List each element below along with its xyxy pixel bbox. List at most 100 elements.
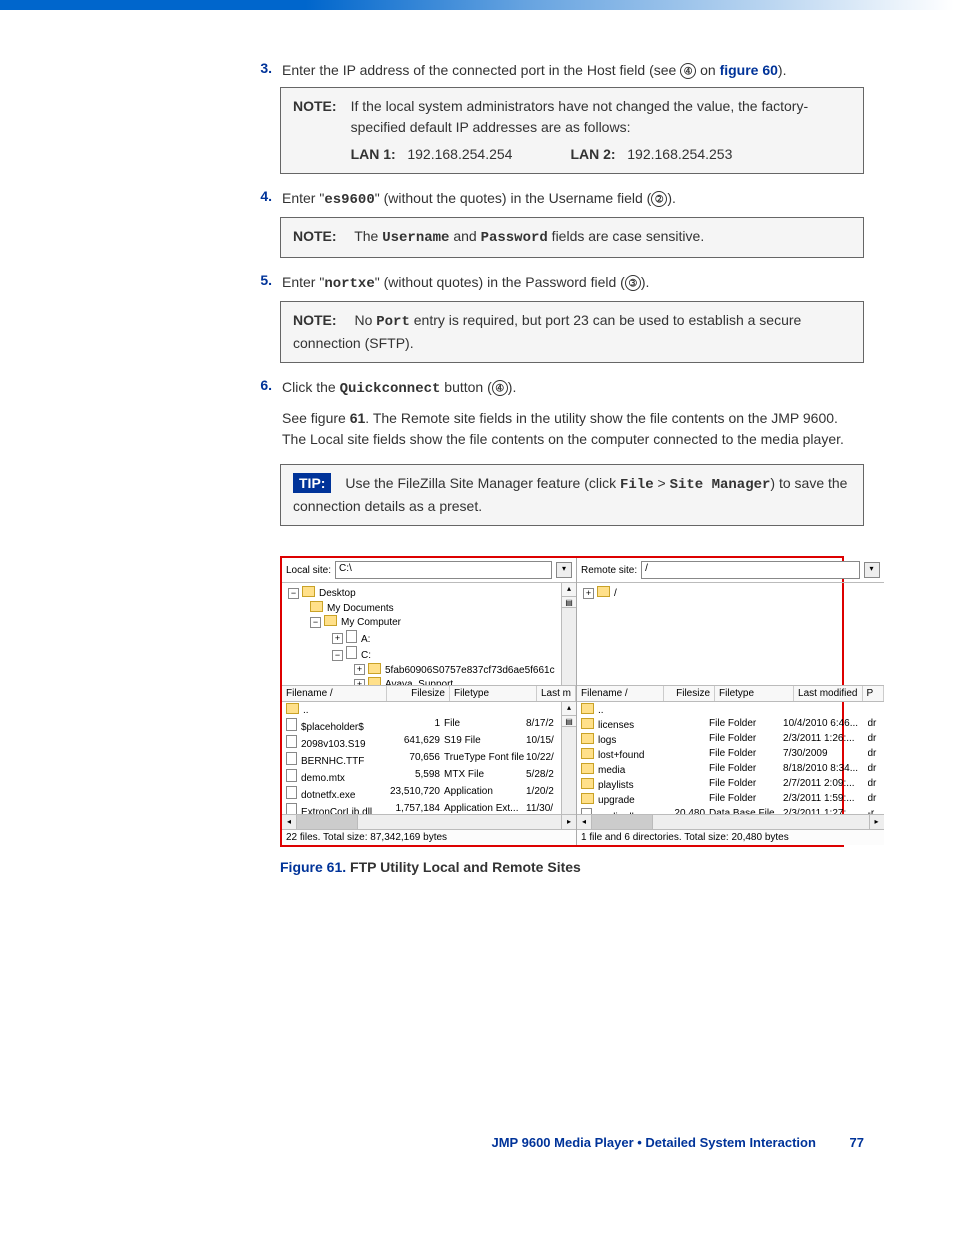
note-box-3: NOTE: No Port entry is required, but por… xyxy=(280,301,864,363)
text: Use the FileZilla Site Manager feature (… xyxy=(345,475,620,491)
text: The xyxy=(354,228,382,244)
dropdown-icon[interactable]: ▾ xyxy=(556,562,572,578)
hdr-filename[interactable]: Filename / xyxy=(577,686,664,701)
scroll-left-icon[interactable]: ◂ xyxy=(577,815,592,829)
remote-header[interactable]: Filename / Filesize Filetype Last modifi… xyxy=(577,686,883,702)
scrollbar[interactable]: ▴▤ xyxy=(561,702,576,814)
local-site-input[interactable]: C:\ xyxy=(335,561,552,579)
local-pane: Local site: C:\ ▾ ▴▤ −Desktop My Documen… xyxy=(282,558,577,845)
local-site-row: Local site: C:\ ▾ xyxy=(282,558,576,583)
scroll-thumb[interactable] xyxy=(592,815,653,829)
folder-icon xyxy=(310,603,327,614)
list-item[interactable]: dotnetfx.exe23,510,720Application1/20/2 xyxy=(282,785,576,802)
scroll-right-icon[interactable]: ▸ xyxy=(869,815,884,829)
text: and xyxy=(449,228,480,244)
remote-site-input[interactable]: / xyxy=(641,561,859,579)
text: on xyxy=(696,62,719,78)
list-item[interactable]: .. xyxy=(282,702,576,717)
code-quickconnect: Quickconnect xyxy=(340,381,441,397)
tree-mydocs[interactable]: My Documents xyxy=(327,603,394,614)
code-nortxe: nortxe xyxy=(324,276,374,292)
note-box-1: NOTE: If the local system administrators… xyxy=(280,87,864,174)
local-header[interactable]: Filename / Filesize Filetype Last m xyxy=(282,686,576,702)
scroll-thumb[interactable] xyxy=(297,815,358,829)
circled-4: ➃ xyxy=(680,63,696,79)
tree-hash[interactable]: 5fab60906S0757e837cf73d6ae5f661c xyxy=(385,665,555,676)
list-item[interactable]: logsFile Folder2/3/2011 1:26:...dr xyxy=(577,732,883,747)
remote-file-list[interactable]: ..licensesFile Folder10/4/2010 6:46...dr… xyxy=(577,702,883,814)
text: Click the xyxy=(282,379,340,395)
hdr-filetype[interactable]: Filetype xyxy=(715,686,794,701)
hscrollbar[interactable]: ◂ ▸ xyxy=(577,814,883,829)
step-6: 6. Click the Quickconnect button (➃). Se… xyxy=(250,377,864,450)
tree-a[interactable]: A: xyxy=(361,634,370,645)
list-item[interactable]: mediaFile Folder8/18/2010 8:34...dr xyxy=(577,762,883,777)
text: " (without the quotes) in the Username f… xyxy=(375,190,652,206)
step-4: 4. Enter "es9600" (without the quotes) i… xyxy=(250,188,864,211)
list-item[interactable]: playlistsFile Folder2/7/2011 2:09:...dr xyxy=(577,777,883,792)
hscrollbar[interactable]: ◂ ▸ xyxy=(282,814,576,829)
dropdown-icon[interactable]: ▾ xyxy=(864,562,880,578)
scroll-track[interactable] xyxy=(653,815,868,829)
step-6-paragraph: See figure 61. The Remote site fields in… xyxy=(282,408,864,450)
computer-icon xyxy=(324,617,341,628)
header-gradient xyxy=(0,0,954,10)
tree-avaya[interactable]: Avaya_Support xyxy=(385,679,453,686)
local-file-list[interactable]: ▴▤ ..$placeholder$1File8/17/22098v103.S1… xyxy=(282,702,576,814)
drive-icon xyxy=(346,634,361,645)
list-item[interactable]: BERNHC.TTF70,656TrueType Font file10/22/ xyxy=(282,751,576,768)
list-item[interactable]: media.db20,480Data Base File2/3/2011 1:2… xyxy=(577,807,883,814)
note-text: If the local system administrators have … xyxy=(351,98,809,135)
hdr-lastmod[interactable]: Last m xyxy=(537,686,576,701)
text: Enter the IP address of the connected po… xyxy=(282,62,680,78)
list-item[interactable]: $placeholder$1File8/17/2 xyxy=(282,717,576,734)
hdr-filesize[interactable]: Filesize xyxy=(664,686,715,701)
local-tree[interactable]: ▴▤ −Desktop My Documents −My Computer +A… xyxy=(282,583,576,686)
hdr-filetype[interactable]: Filetype xyxy=(450,686,537,701)
remote-tree[interactable]: +/ xyxy=(577,583,883,686)
tree-desktop[interactable]: Desktop xyxy=(319,588,356,599)
hdr-filename[interactable]: Filename / xyxy=(282,686,387,701)
code-port: Port xyxy=(376,314,410,330)
circled-3: ➂ xyxy=(625,275,641,291)
circled-4b: ➃ xyxy=(492,380,508,396)
hdr-filesize[interactable]: Filesize xyxy=(387,686,450,701)
list-item[interactable]: demo.mtx5,598MTX File5/28/2 xyxy=(282,768,576,785)
scroll-right-icon[interactable]: ▸ xyxy=(561,815,576,829)
remote-site-row: Remote site: / ▾ xyxy=(577,558,883,583)
code-username: Username xyxy=(382,230,449,246)
step-number: 3. xyxy=(250,60,272,81)
list-item[interactable]: lost+foundFile Folder7/30/2009dr xyxy=(577,747,883,762)
tree-root[interactable]: / xyxy=(614,588,617,599)
tip-label: TIP: xyxy=(293,473,331,493)
page-footer: JMP 9600 Media Player • Detailed System … xyxy=(0,1135,954,1150)
text: Enter " xyxy=(282,190,324,206)
step-body: Enter "nortxe" (without quotes) in the P… xyxy=(282,272,864,295)
text: ). xyxy=(778,62,787,78)
desktop-icon xyxy=(302,588,319,599)
step-body: Enter the IP address of the connected po… xyxy=(282,60,864,81)
figure-number: Figure 61. xyxy=(280,859,350,875)
scroll-left-icon[interactable]: ◂ xyxy=(282,815,297,829)
list-item[interactable]: 2098v103.S19641,629S19 File10/15/ xyxy=(282,734,576,751)
tree-c[interactable]: C: xyxy=(361,650,371,661)
list-item[interactable]: ExtronCorLib.dll1,757,184Application Ext… xyxy=(282,802,576,814)
hdr-lastmod[interactable]: Last modified xyxy=(794,686,862,701)
footer-text: JMP 9600 Media Player • Detailed System … xyxy=(492,1135,816,1150)
list-item[interactable]: .. xyxy=(577,702,883,717)
hdr-perm[interactable]: P xyxy=(863,686,884,701)
tree-mycomp[interactable]: My Computer xyxy=(341,617,401,628)
scroll-track[interactable] xyxy=(358,815,561,829)
remote-site-label: Remote site: xyxy=(581,565,637,576)
figure-60-link[interactable]: figure 60 xyxy=(720,62,778,78)
list-item[interactable]: upgradeFile Folder2/3/2011 1:59:...dr xyxy=(577,792,883,807)
note-label: NOTE: xyxy=(293,228,337,244)
text: ). xyxy=(667,190,676,206)
drive-icon xyxy=(346,650,361,661)
figure-caption: Figure 61. FTP Utility Local and Remote … xyxy=(280,859,864,875)
local-status: 22 files. Total size: 87,342,169 bytes xyxy=(282,829,576,845)
scrollbar[interactable]: ▴▤ xyxy=(561,583,576,685)
text: Enter " xyxy=(282,274,324,290)
list-item[interactable]: licensesFile Folder10/4/2010 6:46...dr xyxy=(577,717,883,732)
remote-pane: Remote site: / ▾ +/ Filename / Filesize … xyxy=(577,558,883,845)
